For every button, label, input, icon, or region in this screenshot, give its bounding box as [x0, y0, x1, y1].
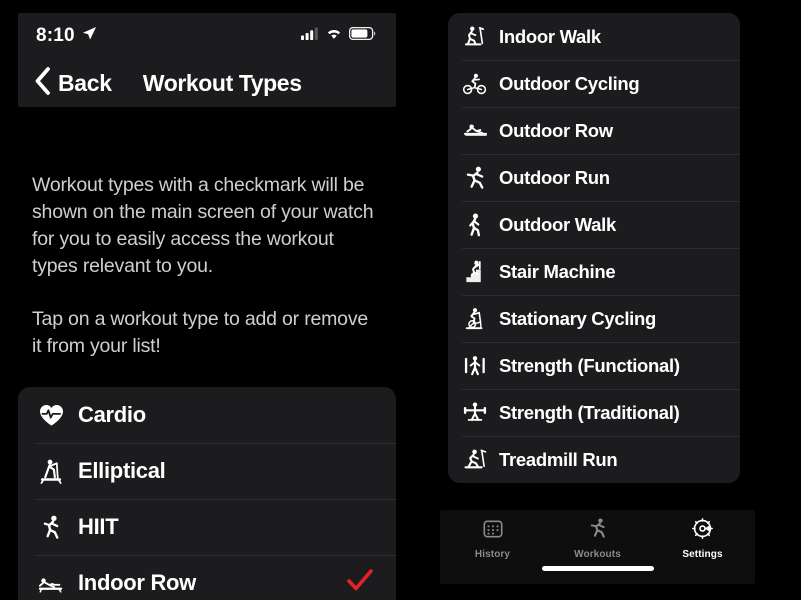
runner-icon: [588, 518, 608, 544]
list-item-label: Outdoor Run: [499, 166, 610, 188]
stair-machine-icon: [462, 260, 488, 284]
status-bar-right: [301, 26, 376, 45]
tab-history[interactable]: History: [440, 516, 545, 562]
list-item-hiit[interactable]: HIIT: [18, 499, 396, 555]
tab-label: Settings: [682, 549, 723, 560]
home-indicator[interactable]: [541, 566, 654, 571]
outdoor-row-icon: [462, 121, 488, 141]
list-item-strength-functional[interactable]: Strength (Functional): [448, 342, 740, 389]
wifi-icon: [325, 27, 343, 45]
intro-paragraph-1: Workout types with a checkmark will be s…: [32, 174, 374, 277]
available-workout-list: Indoor Walk Outdoor Cycling Outdoor Row …: [448, 13, 740, 483]
outdoor-walk-icon: [462, 212, 488, 237]
chevron-left-icon: [34, 66, 51, 100]
list-item-label: Outdoor Walk: [499, 213, 616, 235]
list-item-treadmill-run[interactable]: Treadmill Run: [448, 436, 740, 483]
tab-workouts[interactable]: Workouts: [545, 516, 650, 562]
page-title: Workout Types: [142, 69, 302, 96]
navigation-header: 8:10 Back Workout Types: [18, 13, 396, 107]
calendar-icon: [482, 519, 503, 544]
list-item-outdoor-walk[interactable]: Outdoor Walk: [448, 201, 740, 248]
back-button[interactable]: Back: [34, 66, 112, 100]
indoor-walk-icon: [462, 26, 488, 48]
list-item-elliptical[interactable]: Elliptical: [18, 443, 396, 499]
location-arrow-icon: [82, 26, 97, 46]
tab-settings[interactable]: Settings: [650, 516, 755, 562]
app-screen: 8:10 Back Workout Types Workout types wi…: [0, 0, 801, 600]
selected-workout-list: Cardio Elliptical HIIT Indoor Row: [18, 387, 396, 600]
list-item-outdoor-run[interactable]: Outdoor Run: [448, 154, 740, 201]
strength-functional-icon: [462, 354, 488, 378]
list-item-indoor-walk[interactable]: Indoor Walk: [448, 13, 740, 60]
list-item-stationary-cycling[interactable]: Stationary Cycling: [448, 295, 740, 342]
list-item-label: HIIT: [78, 514, 119, 539]
outdoor-run-icon: [462, 166, 488, 190]
status-bar: 8:10: [18, 13, 396, 59]
list-item-strength-traditional[interactable]: Strength (Traditional): [448, 389, 740, 436]
tab-label: History: [474, 548, 511, 560]
treadmill-run-icon: [462, 449, 488, 471]
tab-list: History Workouts Settings: [440, 510, 755, 562]
list-item-stair-machine[interactable]: Stair Machine: [448, 248, 740, 295]
intro-paragraph-2: Tap on a workout type to add or remove i…: [32, 308, 369, 357]
list-item-label: Stair Machine: [499, 260, 616, 282]
navigation-bar: Back Workout Types: [18, 59, 396, 107]
stationary-cycling-icon: [462, 307, 488, 331]
tab-label: Workouts: [574, 549, 621, 560]
list-item-outdoor-row[interactable]: Outdoor Row: [448, 107, 740, 154]
status-bar-time: 8:10: [36, 25, 75, 46]
left-panel: 8:10 Back Workout Types Workout types wi…: [18, 13, 396, 600]
list-item-label: Stationary Cycling: [499, 307, 657, 329]
list-item-label: Strength (Traditional): [499, 401, 680, 423]
outdoor-cycling-icon: [462, 73, 488, 95]
list-item-label: Outdoor Row: [499, 119, 613, 141]
right-panel: Indoor Walk Outdoor Cycling Outdoor Row …: [448, 13, 740, 483]
status-bar-left: 8:10: [36, 25, 97, 47]
strength-traditional-icon: [462, 401, 488, 424]
gear-icon: [692, 518, 713, 544]
battery-icon: [348, 26, 376, 45]
list-item-label: Indoor Walk: [499, 25, 601, 47]
hiit-runner-icon: [36, 515, 66, 540]
list-item-outdoor-cycling[interactable]: Outdoor Cycling: [448, 60, 740, 107]
list-item-label: Treadmill Run: [499, 448, 618, 470]
list-item-label: Indoor Row: [78, 570, 196, 595]
list-item-indoor-row[interactable]: Indoor Row: [18, 555, 396, 600]
elliptical-icon: [36, 459, 66, 484]
bottom-tab-bar: History Workouts Settings: [440, 510, 755, 584]
back-button-label: Back: [58, 69, 112, 96]
intro-text-block: Workout types with a checkmark will be s…: [18, 172, 396, 360]
heart-pulse-icon: [36, 404, 66, 427]
indoor-row-icon: [36, 573, 66, 593]
list-item-label: Outdoor Cycling: [499, 72, 640, 94]
list-item-cardio[interactable]: Cardio: [18, 387, 396, 443]
list-item-label: Strength (Functional): [499, 354, 680, 376]
list-item-label: Cardio: [78, 402, 146, 427]
checkmark-icon: [346, 568, 374, 599]
list-item-label: Elliptical: [78, 458, 166, 483]
cellular-signal-icon: [301, 27, 319, 45]
